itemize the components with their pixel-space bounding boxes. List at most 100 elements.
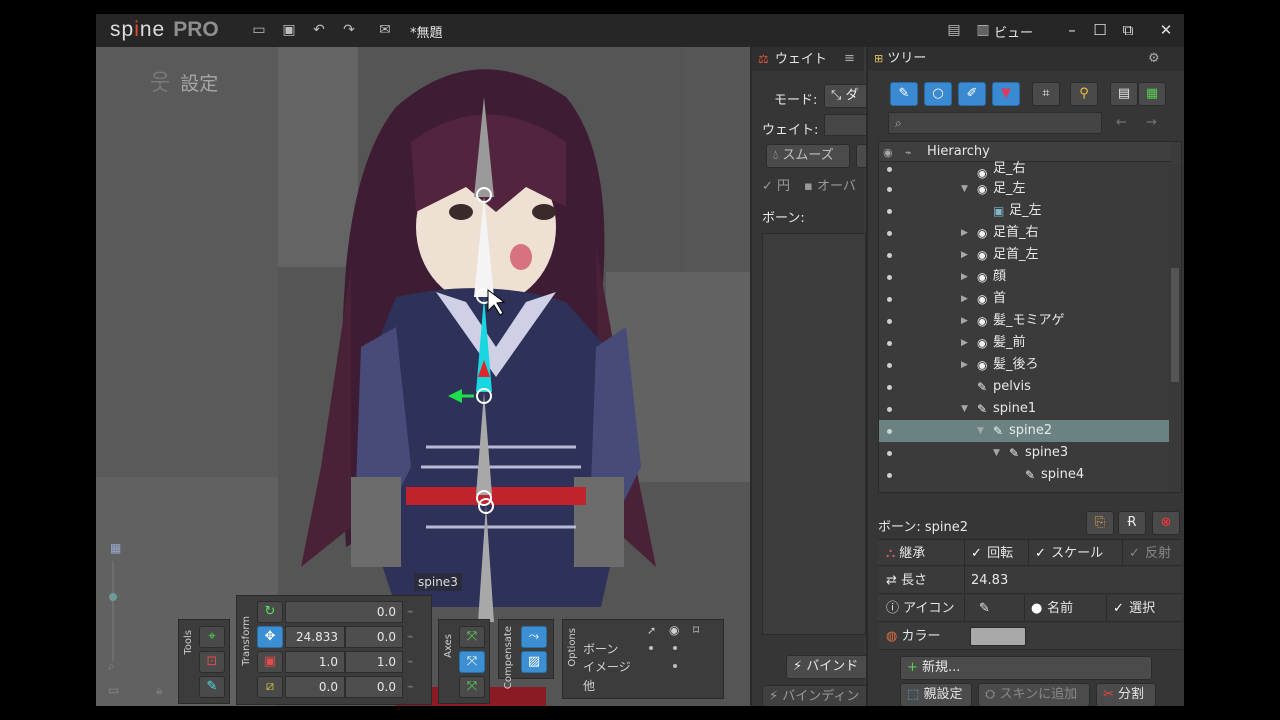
bone-color-swatch[interactable] (970, 627, 1026, 646)
frame-icon[interactable]: ▭ (108, 683, 119, 697)
tree-settings-icon[interactable]: ⚙ (1148, 47, 1160, 71)
circle-checkbox[interactable]: ✓ (762, 179, 773, 194)
weights-bone-list[interactable] (762, 233, 866, 635)
images-visible-toggle[interactable] (673, 664, 677, 668)
inherit-reflect-checkbox[interactable]: ✓ 反射 (1122, 540, 1182, 567)
visibility-dot-icon[interactable] (887, 407, 892, 412)
expand-arrow-icon[interactable]: ▶ (961, 266, 968, 288)
set-parent-button[interactable]: ⬚ 親設定 (900, 683, 972, 706)
zoom-search-icon[interactable]: ⌕ (108, 659, 115, 674)
bones-select-toggle[interactable] (649, 646, 653, 650)
inherit-scale-checkbox[interactable]: ✓ スケール (1028, 540, 1122, 567)
hierarchy-row[interactable]: ▶ ◉ 顔 (879, 266, 1171, 288)
zoom-slider-handle[interactable] (109, 593, 117, 601)
show-name-checkbox[interactable]: ● 名前 (1024, 595, 1106, 622)
length-field[interactable]: 24.83 (964, 567, 1182, 594)
expand-arrow-icon[interactable]: ▶ (961, 288, 968, 310)
visibility-dot-icon[interactable] (887, 341, 892, 346)
restore-icon[interactable]: ⧉ (1116, 19, 1140, 41)
split-button[interactable]: ✂ 分割 (1096, 683, 1156, 706)
visibility-dot-icon[interactable] (887, 209, 892, 214)
tree-scrollbar-thumb[interactable] (1171, 268, 1179, 382)
weight-field[interactable] (824, 114, 868, 136)
selectable-checkbox[interactable]: ✓ 選択 (1106, 595, 1182, 622)
collapse-icon[interactable]: ▤ (1110, 82, 1138, 106)
hierarchy-row[interactable]: ▼ ✎ spine1 (879, 398, 1171, 420)
visibility-dot-icon[interactable] (887, 231, 892, 236)
expand-arrow-icon[interactable]: ▶ (961, 244, 968, 266)
show-attachments-icon[interactable]: ✐ (958, 82, 986, 106)
bone-icon-picker[interactable]: ✎ (964, 595, 1024, 622)
expand-icon[interactable]: ▦ (1138, 82, 1166, 106)
hierarchy-row[interactable]: ◉ 足_右 (879, 161, 1171, 180)
inherit-rotation-checkbox[interactable]: ✓ 回転 (964, 540, 1028, 567)
visibility-dot-icon[interactable] (887, 275, 892, 280)
hierarchy-row[interactable]: ▶ ◉ 足首_右 (879, 222, 1171, 244)
hierarchy-row[interactable]: ✎ spine4 (879, 464, 1171, 486)
filter-icon[interactable]: ▼ (992, 82, 1020, 106)
binding-button[interactable]: ⚡ バインディン (762, 685, 870, 706)
rotate-tool-icon[interactable]: ↻ (257, 601, 283, 623)
scale-x-field[interactable]: 1.0 (285, 651, 345, 673)
hierarchy-row[interactable]: ▼ ◉ 足_左 (879, 178, 1171, 200)
visibility-dot-icon[interactable] (887, 385, 892, 390)
visibility-dot-icon[interactable] (887, 297, 892, 302)
expand-arrow-icon[interactable]: ▶ (961, 354, 968, 376)
visibility-dot-icon[interactable] (887, 429, 892, 434)
redo-icon[interactable]: ↷ (339, 20, 359, 40)
visibility-dot-icon[interactable] (887, 319, 892, 324)
add-to-skin-button[interactable]: ⛭ スキンに追加 (978, 683, 1090, 706)
hierarchy-row[interactable]: ▶ ◉ 髪_後ろ (879, 354, 1171, 376)
bones-visible-toggle[interactable] (673, 646, 677, 650)
axes-local-icon[interactable]: ⤧ (459, 626, 485, 648)
collapse-arrow-icon[interactable]: ▼ (961, 398, 968, 420)
collapse-arrow-icon[interactable]: ▼ (993, 442, 1000, 464)
expand-arrow-icon[interactable]: ▶ (961, 332, 968, 354)
translate-x-field[interactable]: 24.833 (285, 626, 345, 648)
visibility-dot-icon[interactable] (887, 473, 892, 478)
next-result-icon[interactable]: → (1146, 115, 1157, 130)
delete-icon[interactable]: ⊗ (1152, 511, 1180, 535)
zoom-fit-icon[interactable]: ▦ (110, 541, 121, 555)
undo-icon[interactable]: ↶ (309, 20, 329, 40)
hierarchy-row[interactable]: ▶ ◉ 足首_左 (879, 244, 1171, 266)
overlay-option[interactable]: ▪ オーバ (804, 175, 856, 194)
visibility-dot-icon[interactable] (887, 253, 892, 258)
overlay-checkbox[interactable]: ▪ (804, 179, 813, 194)
compensate-bones-icon[interactable]: ⤳ (521, 626, 547, 648)
open-folder-icon[interactable]: ▭ (249, 20, 269, 40)
collapse-arrow-icon[interactable]: ▼ (961, 178, 968, 200)
scale-tool-icon[interactable]: ▣ (257, 651, 283, 673)
bind-button[interactable]: ⚡ バインド (786, 655, 870, 679)
create-tool-icon[interactable]: ✎ (199, 676, 225, 698)
circle-option[interactable]: ✓ 円 (762, 175, 790, 194)
hierarchy-row[interactable]: ▼ ✎ spine2 (879, 420, 1171, 442)
layout-icon[interactable]: ▤ (944, 20, 964, 40)
expand-arrow-icon[interactable]: ▶ (961, 222, 968, 244)
hierarchy-tree[interactable]: ◉ ⌁ Hierarchy ◉ 足_右 ▼ ◉ 足_左 ▣ 足_左 ▶ ◉ 足首_右 ▶ ◉ 足首_左 ▶… (878, 141, 1182, 493)
copy-icon[interactable]: ⎘ (1086, 511, 1114, 535)
canvas-viewport[interactable]: 웃 設定 spine3 ▦ ⌕ ▭ 🔒︎ Tools ⌖ ⊡ ✎ Transfo… (96, 47, 750, 706)
translate-tool-icon[interactable]: ✥ (257, 626, 283, 648)
scale-y-field[interactable]: 1.0 (345, 651, 403, 673)
maximize-icon[interactable]: ☐ (1088, 19, 1112, 41)
new-button[interactable]: + 新規... (900, 656, 1152, 680)
panel-menu-icon[interactable]: ≡ (844, 47, 855, 71)
visibility-dot-icon[interactable] (887, 363, 892, 368)
close-icon[interactable]: ✕ (1154, 19, 1178, 41)
hierarchy-row[interactable]: ▼ ✎ spine3 (879, 442, 1171, 464)
export-envelope-icon[interactable]: ✉ (375, 20, 395, 40)
pose-tool-icon[interactable]: ⌖ (199, 626, 225, 648)
weights-tool-icon[interactable]: ⊡ (199, 651, 225, 673)
smooth-button[interactable]: 💧︎ スムーズ (766, 144, 850, 168)
collapse-arrow-icon[interactable]: ▼ (977, 420, 984, 442)
rotate-field[interactable]: 0.0 (285, 601, 403, 623)
shear-tool-icon[interactable]: ⧄ (257, 676, 283, 698)
zoom-slider[interactable] (112, 561, 114, 661)
hierarchy-row[interactable]: ✎ pelvis (879, 376, 1171, 398)
mode-dropdown[interactable]: ⤡ ダ (824, 84, 868, 108)
find-icon[interactable]: ⚲ (1070, 82, 1098, 106)
visibility-dot-icon[interactable] (887, 187, 892, 192)
axes-parent-icon[interactable]: ⤧ (459, 651, 485, 673)
hierarchy-row[interactable]: ▶ ◉ 首 (879, 288, 1171, 310)
